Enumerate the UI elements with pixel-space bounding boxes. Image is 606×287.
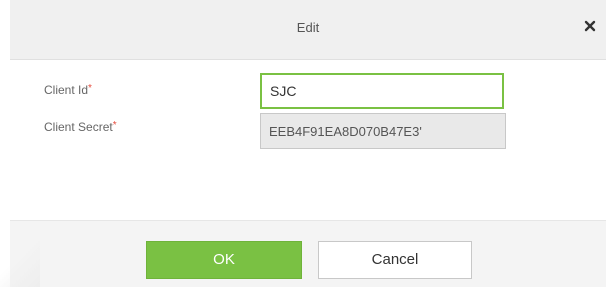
client-id-label: Client Id*	[44, 83, 92, 97]
cancel-button[interactable]: Cancel	[318, 241, 472, 279]
dialog-title: Edit	[296, 20, 320, 35]
close-icon-glyph	[584, 20, 596, 32]
client-secret-input[interactable]	[260, 113, 506, 149]
client-secret-label: Client Secret*	[44, 120, 117, 134]
required-marker: *	[88, 83, 92, 94]
client-secret-label-text: Client Secret	[44, 120, 113, 134]
edit-dialog: Edit Client Id* Client Secret* OK Cancel	[10, 0, 606, 287]
dialog-footer: OK Cancel	[10, 221, 606, 287]
dialog-header: Edit	[10, 0, 606, 60]
ok-button[interactable]: OK	[146, 241, 302, 279]
client-id-input[interactable]	[260, 73, 504, 109]
background-shadow	[0, 240, 40, 287]
required-marker: *	[112, 120, 117, 131]
close-icon[interactable]	[582, 18, 598, 34]
client-id-label-text: Client Id	[44, 83, 89, 97]
